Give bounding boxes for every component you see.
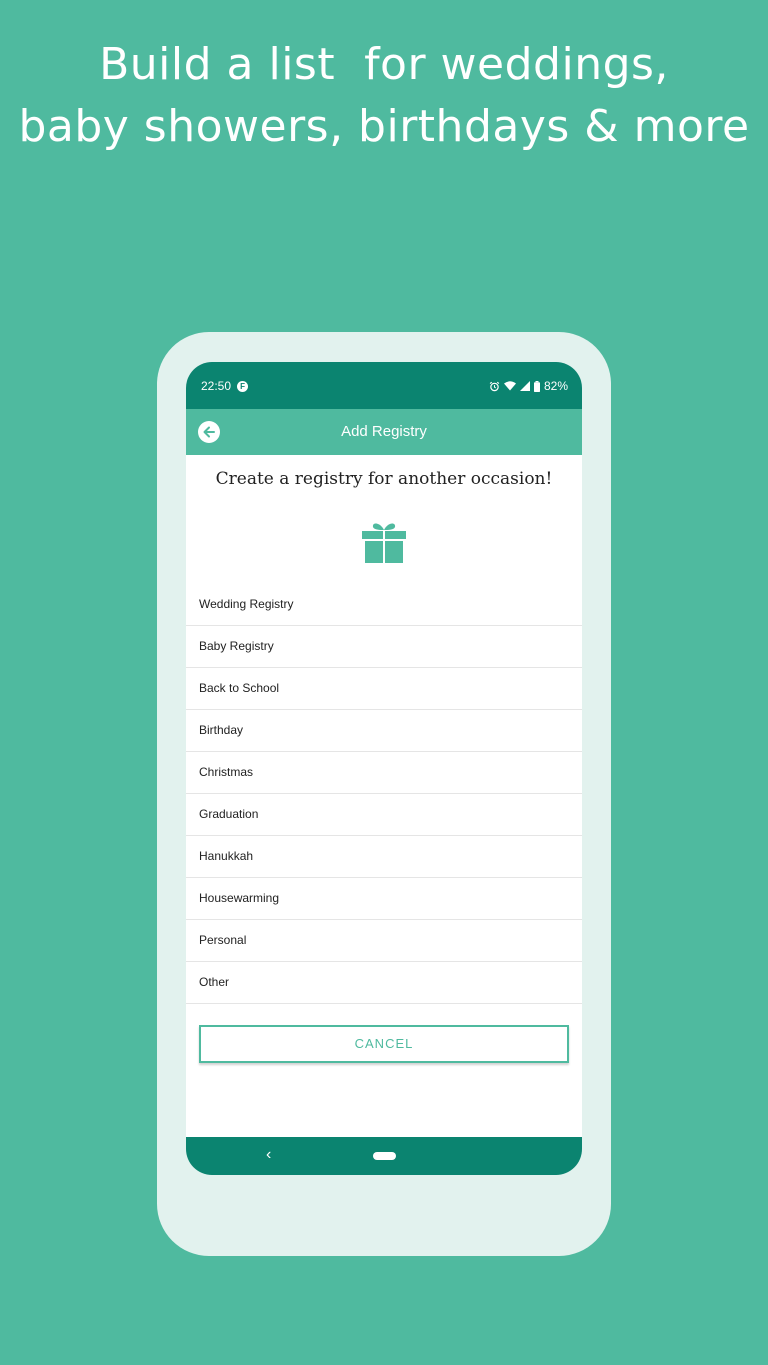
list-item-personal[interactable]: Personal [186,920,582,962]
battery-percentage: 82% [543,379,568,393]
list-item-hanukkah[interactable]: Hanukkah [186,836,582,878]
status-time: 22:50 [201,379,232,393]
signal-icon [519,381,530,391]
list-item-back-to-school[interactable]: Back to School [186,668,582,710]
headline: Build a list for weddings, baby showers,… [0,34,768,158]
list-item-birthday[interactable]: Birthday [186,710,582,752]
gift-icon [362,523,406,563]
app-notification-icon: F [237,380,249,392]
phone-screen: 22:50 F 82% Add Registry Create a regist… [186,362,582,1175]
battery-icon [533,380,540,392]
page-title: Create a registry for another occasion! [215,469,553,489]
headline-line-1: Build a list for weddings, [99,39,669,90]
system-nav-bar: ‹ [186,1137,582,1175]
headline-line-2: baby showers, birthdays & more [18,101,750,152]
list-item-christmas[interactable]: Christmas [186,752,582,794]
cancel-button[interactable]: CANCEL [199,1025,569,1063]
list-item-wedding-registry[interactable]: Wedding Registry [186,584,582,626]
nav-home-button[interactable] [373,1152,396,1160]
list-item-housewarming[interactable]: Housewarming [186,878,582,920]
list-item-baby-registry[interactable]: Baby Registry [186,626,582,668]
status-bar: 22:50 F 82% [186,362,582,409]
app-toolbar: Add Registry [186,409,582,455]
list-item-other[interactable]: Other [186,962,582,1004]
list-item-graduation[interactable]: Graduation [186,794,582,836]
toolbar-title: Add Registry [341,423,427,440]
nav-back-button[interactable]: ‹ [266,1146,271,1164]
wifi-icon [503,381,516,391]
alarm-icon [489,381,500,391]
registry-type-list: Wedding Registry Baby Registry Back to S… [186,584,582,1004]
